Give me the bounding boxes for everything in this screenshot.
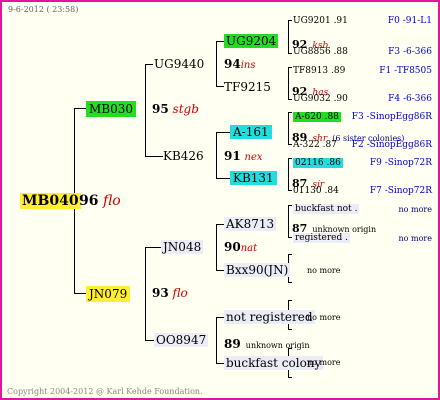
connector-line [216, 41, 217, 87]
ancestor-lineage: F0 -91-L1 [387, 16, 432, 26]
queen-tf9215[interactable]: TF9215 [224, 80, 271, 94]
connector-line [288, 67, 289, 100]
ancestor-row[interactable]: A-620 .88 [293, 112, 341, 122]
queen-bxx90[interactable]: Bxx90(JN) [224, 263, 291, 277]
connector-line [288, 67, 292, 68]
jn048-rating: 90nat [224, 240, 258, 254]
connector-line [216, 224, 217, 271]
mb030-rating: 95 stgb [152, 102, 199, 116]
connector-line [216, 317, 224, 318]
connector-line [216, 86, 224, 87]
connector-line [216, 41, 224, 42]
connector-line [288, 112, 292, 113]
ancestor-row[interactable]: UG9032 .90 [293, 94, 348, 104]
ancestor-lineage: F3 -6-366 [388, 47, 432, 57]
connector-line [216, 178, 230, 179]
queen-not-registered[interactable]: not registered [224, 310, 315, 324]
queen-kb426[interactable]: KB426 [163, 149, 204, 163]
ancestor-row[interactable]: UG8856 .88 [293, 47, 348, 57]
ancestor-row[interactable]: TF8913 .89 [293, 66, 345, 76]
jn079-rating: 93 flo [152, 286, 188, 300]
connector-line [288, 282, 292, 283]
connector-line [216, 363, 224, 364]
pedigree-chart: 9-6-2012 ( 23:58) Copyright 2004-2012 @ … [0, 0, 440, 400]
kb426-rating: 91 nex [224, 149, 263, 163]
connector-line [216, 132, 217, 179]
connector-line [216, 317, 217, 364]
ancestor-lineage: F4 -6-366 [388, 94, 432, 104]
connector-line [288, 300, 292, 301]
ancestor-row[interactable]: buckfast not . [293, 204, 360, 214]
connector-line [145, 156, 163, 157]
queen-kb131[interactable]: KB131 [230, 171, 277, 185]
copyright-footer: Copyright 2004-2012 @ Karl Kehde Foundat… [7, 387, 203, 396]
ancestor-lineage: F1 -TF8505 [379, 66, 432, 76]
root-name: MB040 [22, 193, 79, 209]
connector-line [288, 254, 292, 255]
ancestor-row[interactable]: A-322 .87 [293, 140, 337, 150]
connector-line [288, 205, 289, 238]
connector-line [288, 158, 292, 159]
queen-ak8713[interactable]: AK8713 [224, 217, 277, 231]
connector-line [145, 247, 146, 340]
connector-line [288, 237, 292, 238]
connector-line [288, 112, 289, 145]
ancestor-lineage: F9 -Sinop72R [369, 158, 432, 168]
connector-line [288, 20, 292, 21]
connector-line [145, 64, 153, 65]
connector-line [216, 270, 224, 271]
bfcol-no-more: no more [307, 358, 341, 367]
connector-line [288, 377, 292, 378]
connector-line [288, 20, 289, 54]
connector-line [288, 99, 292, 100]
ug9440-rating: 94ins [224, 57, 256, 71]
root-rating: 96 flo [79, 193, 121, 209]
ancestor-lineage: F7 -Sinop72R [369, 186, 432, 196]
connector-line [74, 293, 86, 294]
connector-line [216, 224, 224, 225]
connector-line [288, 158, 289, 191]
ancestor-lineage: no more [398, 205, 432, 214]
ancestor-lineage: no more [398, 234, 432, 243]
ancestor-row[interactable]: UG9201 .91 [293, 16, 348, 26]
chart-date: 9-6-2012 ( 23:58) [8, 5, 79, 14]
ancestor-row[interactable]: 01130 .84 [293, 186, 339, 196]
notreg-no-more: no more [307, 313, 341, 322]
ancestor-lineage: F3 -SinopEgg86R [351, 112, 432, 122]
connector-line [74, 108, 86, 109]
connector-line [216, 132, 230, 133]
oo8947-rating: 89 unknown origin [224, 337, 310, 351]
ancestor-lineage: F2 -SinopEgg86R [351, 140, 432, 150]
bxx90-no-more: no more [307, 266, 341, 275]
ancestor-row[interactable]: 02116 .86 [293, 158, 343, 168]
queen-mb030[interactable]: MB030 [86, 101, 137, 117]
connector-line [288, 329, 292, 330]
queen-ug9204[interactable]: UG9204 [224, 34, 279, 48]
queen-oo8947[interactable]: OO8947 [154, 333, 209, 347]
queen-ug9440[interactable]: UG9440 [154, 57, 204, 71]
ancestor-row[interactable]: registered . [293, 233, 350, 243]
queen-jn079[interactable]: JN079 [86, 286, 131, 302]
root-queen[interactable]: MB040 [20, 193, 81, 209]
connector-line [288, 53, 292, 54]
queen-a161[interactable]: A-161 [230, 125, 272, 139]
queen-jn048[interactable]: JN048 [161, 240, 204, 254]
connector-line [145, 64, 146, 157]
connector-line [288, 205, 292, 206]
